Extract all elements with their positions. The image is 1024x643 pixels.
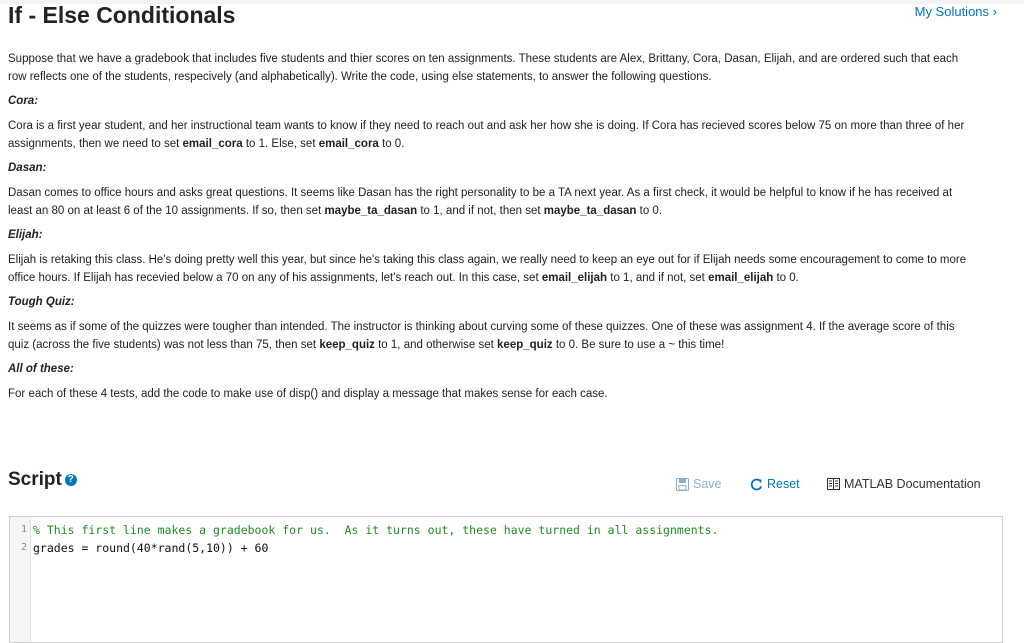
help-icon[interactable]: ? xyxy=(64,474,77,486)
line-number-gutter: 1 2 xyxy=(10,517,31,642)
save-button[interactable]: Save xyxy=(676,477,722,491)
text-segment: to 0. xyxy=(773,272,799,284)
text-segment: to 0. Be sure to use a ~ this time! xyxy=(552,339,725,351)
text-segment: to 1, and if not, set xyxy=(607,272,709,284)
section-text-all: For each of these 4 tests, add the code … xyxy=(8,388,608,400)
text-segment: to 0. xyxy=(378,138,405,150)
text-segment: to 1, and otherwise set xyxy=(374,339,498,351)
problem-description: Suppose that we have a gradebook that in… xyxy=(8,50,968,403)
section-text-cora: Cora is a first year student, and her in… xyxy=(8,117,968,153)
reset-icon xyxy=(750,478,763,490)
script-title: Script xyxy=(8,469,62,490)
section-heading-dasan: Dasan: xyxy=(8,162,47,174)
section-heading-tough-quiz: Tough Quiz: xyxy=(8,296,75,308)
variable-name: keep_quiz xyxy=(319,339,375,351)
chevron-right-icon: › xyxy=(992,4,997,19)
line-number: 1 xyxy=(20,524,27,535)
matlab-documentation-button[interactable]: MATLAB Documentation xyxy=(827,477,981,491)
text-segment: Elijah is retaking this class. He's doin… xyxy=(8,254,967,284)
page-title: If - Else Conditionals xyxy=(8,2,236,28)
documentation-icon xyxy=(827,478,840,490)
section-text-elijah: Elijah is retaking this class. He's doin… xyxy=(8,251,968,287)
section-heading-cora: Cora: xyxy=(8,95,39,107)
code-line[interactable]: % This first line makes a gradebook for … xyxy=(33,523,718,537)
text-segment: Cora is a first year student, and her in… xyxy=(8,120,965,150)
reset-label: Reset xyxy=(767,477,800,491)
my-solutions-label: My Solutions xyxy=(914,4,990,19)
section-heading-all: All of these: xyxy=(8,363,74,375)
section-text-tough-quiz: It seems as if some of the quizzes were … xyxy=(8,318,968,354)
variable-name: keep_quiz xyxy=(497,339,553,351)
documentation-label: MATLAB Documentation xyxy=(844,477,981,491)
section-text-dasan: Dasan comes to office hours and asks gre… xyxy=(8,184,968,220)
my-solutions-link[interactable]: My Solutions › xyxy=(915,4,997,19)
save-icon xyxy=(676,477,689,491)
script-heading: Script? xyxy=(8,469,77,491)
line-number: 2 xyxy=(20,542,27,553)
text-segment: to 1. Else, set xyxy=(242,138,319,150)
save-label: Save xyxy=(693,477,722,491)
section-heading-elijah: Elijah: xyxy=(8,229,43,241)
variable-name: email_cora xyxy=(182,138,243,150)
variable-name: email_elijah xyxy=(708,272,774,284)
text-segment: to 1, and if not, then set xyxy=(417,205,544,217)
variable-name: maybe_ta_dasan xyxy=(543,205,637,217)
intro-text: Suppose that we have a gradebook that in… xyxy=(8,53,959,83)
variable-name: email_elijah xyxy=(541,272,608,284)
variable-name: maybe_ta_dasan xyxy=(324,205,418,217)
variable-name: email_cora xyxy=(318,138,379,150)
code-editor[interactable]: 1 2 % This first line makes a gradebook … xyxy=(9,516,1003,643)
reset-button[interactable]: Reset xyxy=(750,477,800,491)
code-line[interactable]: grades = round(40*rand(5,10)) + 60 xyxy=(33,541,268,555)
text-segment: to 0. xyxy=(636,205,663,217)
